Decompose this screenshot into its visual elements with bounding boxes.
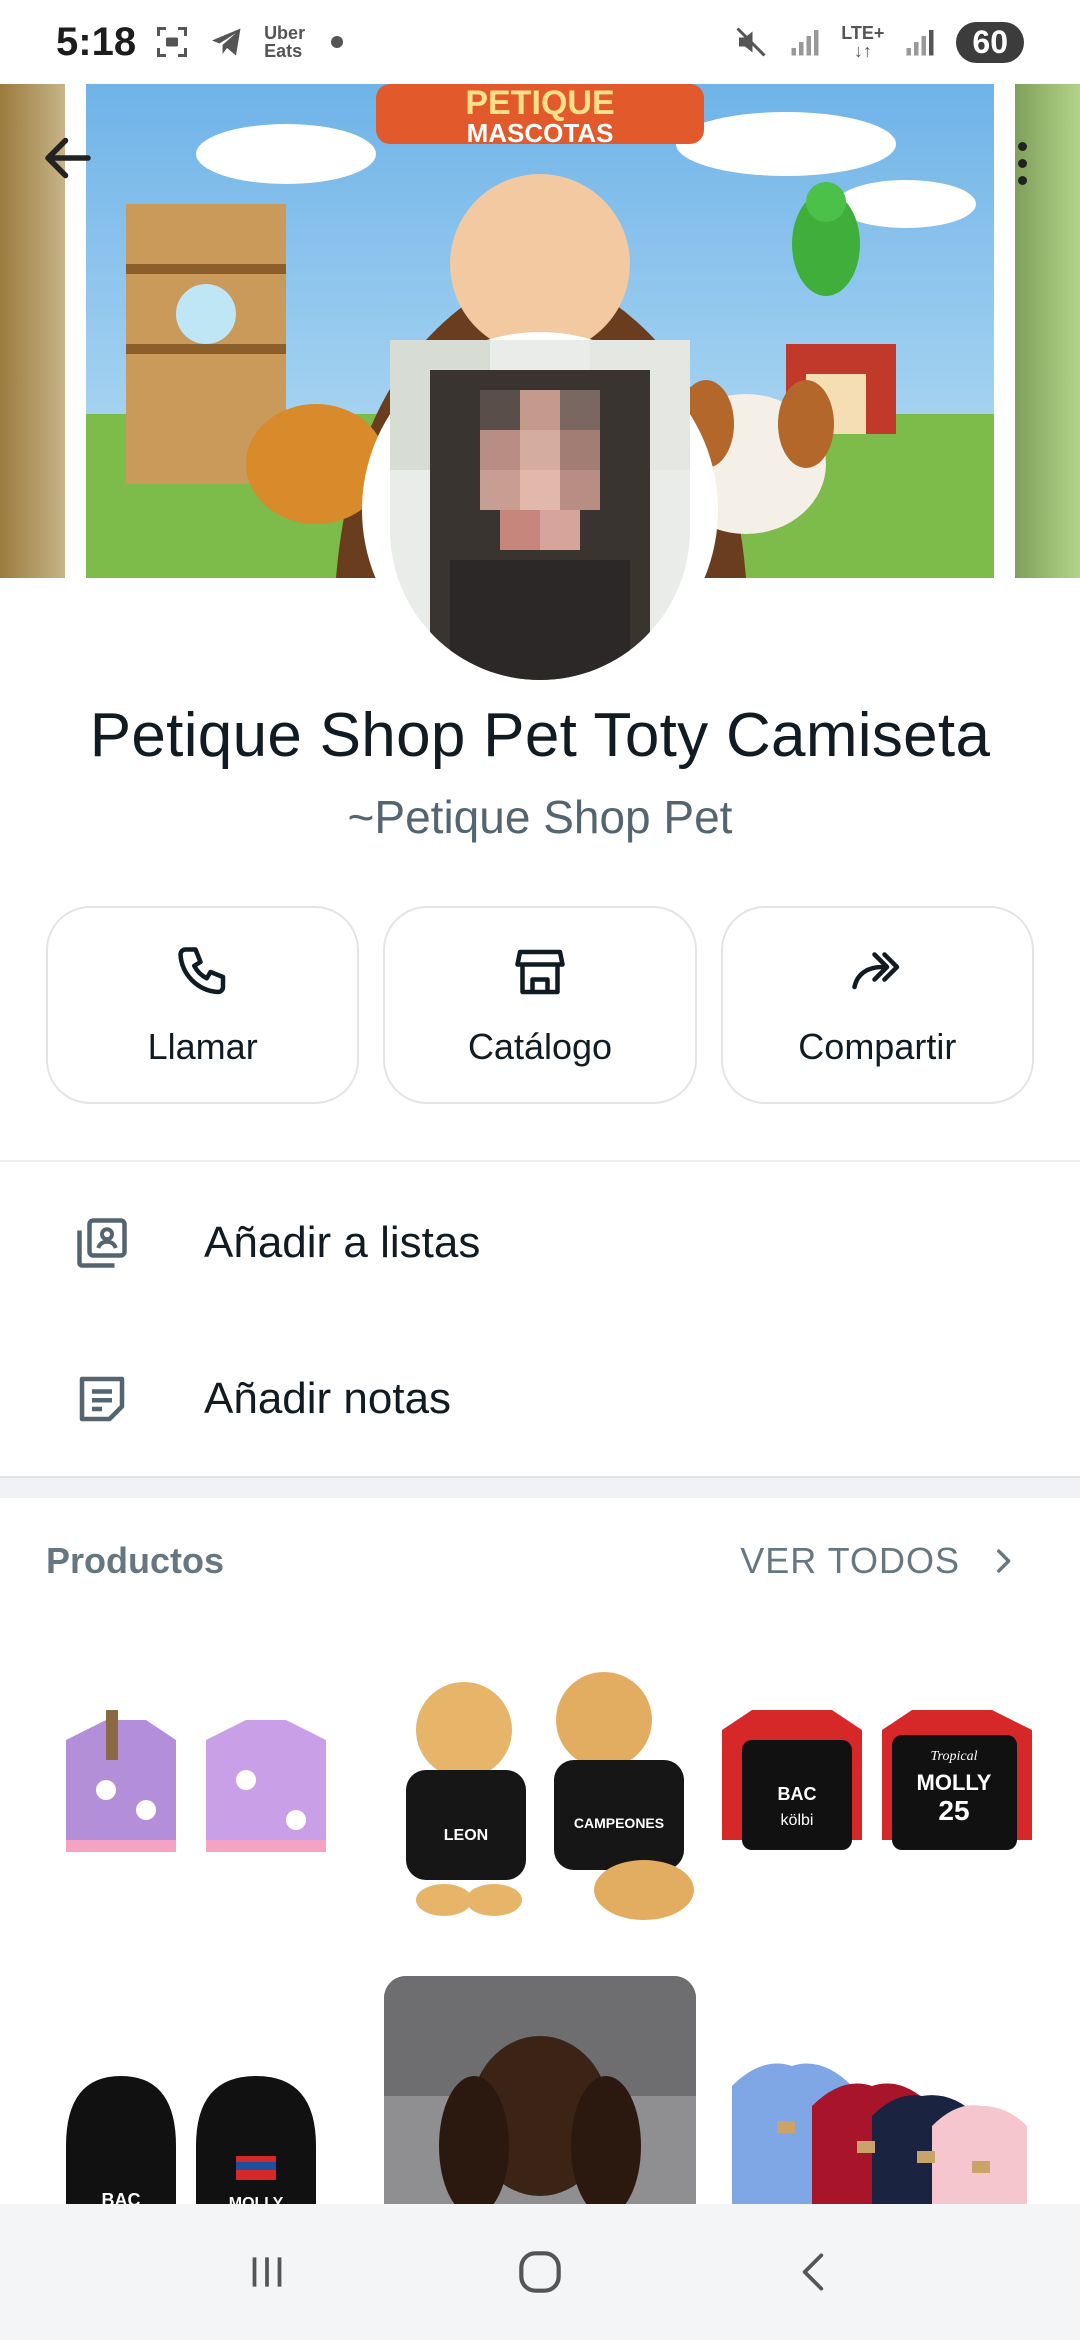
status-bar: 5:18 Uber Eats LTE+ ↓↑ 60 — [0, 0, 1080, 84]
system-nav-bar — [0, 2204, 1080, 2340]
product-text-25: 25 — [938, 1795, 969, 1826]
share-button[interactable]: Compartir — [720, 906, 1034, 1104]
product-image — [46, 1640, 358, 1950]
phone-icon — [177, 947, 225, 995]
contact-list-icon — [77, 1218, 127, 1268]
product-image: BAC kölbi Tropical MOLLY 25 — [722, 1640, 1034, 1950]
product-text-molly: MOLLY — [917, 1770, 992, 1795]
avatar[interactable] — [390, 340, 690, 680]
system-back-button[interactable] — [773, 2232, 853, 2312]
home-button[interactable] — [500, 2232, 580, 2312]
product-text-bac: BAC — [778, 1784, 817, 1804]
signal-icon-2 — [902, 24, 938, 60]
add-notes-label: Añadir notas — [204, 1374, 452, 1423]
chevron-right-icon — [997, 1549, 1011, 1573]
mute-icon — [733, 24, 769, 60]
products-header: Productos VER TODOS — [46, 1540, 1020, 1582]
profile-subtitle: ~Petique Shop Pet — [347, 791, 733, 843]
home-icon — [519, 2251, 561, 2293]
screenshot-icon — [154, 24, 190, 60]
section-separator — [0, 1476, 1080, 1498]
product-text-tropical: Tropical — [931, 1749, 978, 1764]
product-image: LEON CAMPEONES — [384, 1640, 696, 1950]
product-card[interactable]: BAC kölbi Tropical MOLLY 25 — [722, 1640, 1034, 1950]
catalog-label: Catálogo — [467, 1026, 613, 1067]
share-label: Compartir — [798, 1026, 957, 1067]
product-card[interactable] — [46, 1640, 358, 1950]
product-card[interactable]: LEON CAMPEONES — [384, 1640, 696, 1950]
recent-apps-icon — [252, 2257, 282, 2287]
action-buttons: Llamar Catálogo Compartir — [46, 906, 1034, 1104]
uber-eats-icon: Uber Eats — [264, 23, 306, 61]
product-text-kolbi: kölbi — [781, 1812, 814, 1829]
cover-banner-top: PETIQUE — [465, 84, 614, 122]
call-label: Llamar — [147, 1026, 258, 1067]
lte-icon: LTE+ ↓↑ — [841, 23, 885, 61]
signal-icon — [787, 24, 823, 60]
recent-apps-button[interactable] — [227, 2232, 307, 2312]
cover-banner-bottom: MASCOTAS — [467, 118, 614, 148]
back-button[interactable] — [38, 128, 98, 188]
share-forward-icon — [852, 952, 900, 990]
telegram-icon — [208, 24, 246, 60]
see-all-label: VER TODOS — [740, 1540, 960, 1581]
catalog-button[interactable]: Catálogo — [383, 906, 697, 1104]
add-to-lists-label: Añadir a listas — [204, 1218, 481, 1267]
avatar-photo — [390, 340, 690, 680]
status-time: 5:18 — [56, 19, 137, 64]
store-icon — [515, 949, 565, 995]
products-title: Productos — [46, 1540, 225, 1581]
call-button[interactable]: Llamar — [46, 906, 360, 1104]
arrow-back-icon — [45, 137, 91, 179]
add-notes-item[interactable]: Añadir notas — [0, 1324, 1080, 1474]
add-to-lists-item[interactable]: Añadir a listas — [0, 1168, 1080, 1318]
divider — [0, 1160, 1080, 1162]
back-chevron-icon — [803, 2253, 824, 2291]
product-text-leon: LEON — [444, 1827, 488, 1844]
more-vert-icon — [1017, 141, 1027, 151]
battery-indicator: 60 — [956, 21, 1024, 63]
notes-icon — [79, 1376, 125, 1422]
more-options-button[interactable] — [1002, 128, 1042, 198]
see-all-link[interactable]: VER TODOS — [740, 1540, 1020, 1582]
notification-dot-icon — [331, 36, 344, 48]
profile-name: Petique Shop Pet Toty Camiseta — [89, 701, 991, 770]
product-text-campeones: CAMPEONES — [574, 1815, 664, 1831]
products-grid: LEON CAMPEONES BAC kölbi Tropical MOLLY … — [46, 1640, 1036, 2286]
